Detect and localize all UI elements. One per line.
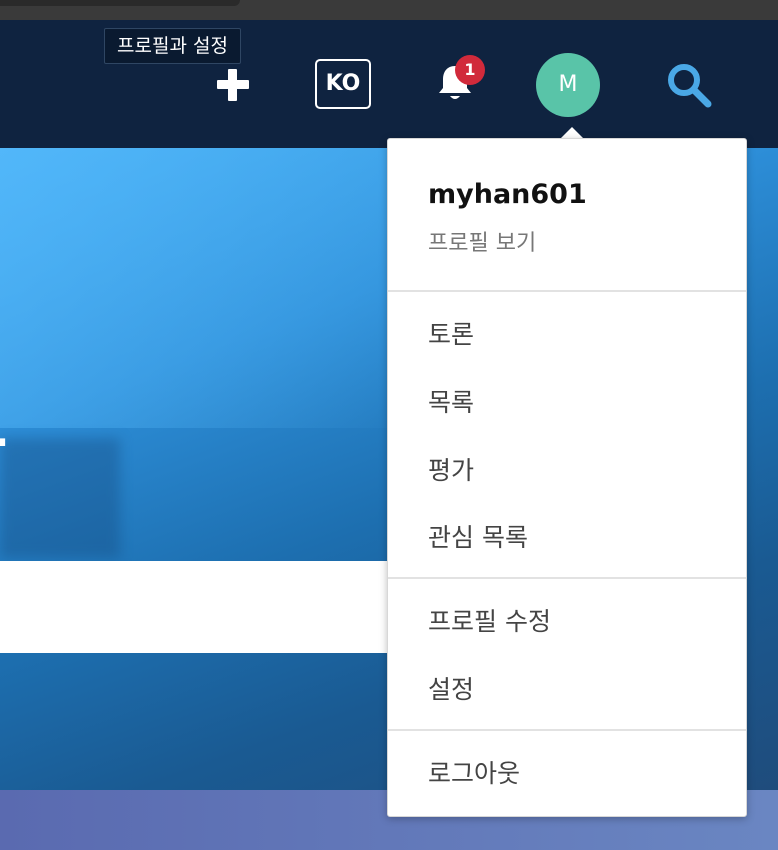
hero-text-fragment: . [0,410,9,456]
dropdown-username[interactable]: myhan601 [428,179,587,210]
menu-item-edit-profile[interactable]: 프로필 수정 [428,602,551,638]
view-profile-link[interactable]: 프로필 보기 [428,225,536,257]
menu-item-ratings[interactable]: 평가 [428,451,474,487]
language-button[interactable]: KO [315,59,371,109]
browser-tab-strip [0,0,778,20]
hero-search-bar[interactable] [0,561,388,653]
browser-tab[interactable] [0,0,240,6]
menu-divider [388,729,746,731]
menu-item-settings[interactable]: 설정 [428,670,474,706]
menu-divider [388,577,746,579]
profile-dropdown-menu: myhan601 프로필 보기 토론 목록 평가 관심 목록 프로필 수정 설정… [387,138,747,817]
menu-item-lists[interactable]: 목록 [428,383,474,419]
notification-count-badge: 1 [455,55,485,85]
menu-item-discussions[interactable]: 토론 [428,315,474,351]
menu-divider [388,290,746,292]
menu-item-watchlist[interactable]: 관심 목록 [428,518,528,554]
search-icon [668,64,712,108]
create-button[interactable] [212,64,254,106]
profile-settings-tooltip: 프로필과 설정 [104,28,241,64]
search-button[interactable] [664,60,714,110]
menu-item-logout[interactable]: 로그아웃 [428,754,520,790]
avatar-button[interactable]: M [536,53,600,117]
